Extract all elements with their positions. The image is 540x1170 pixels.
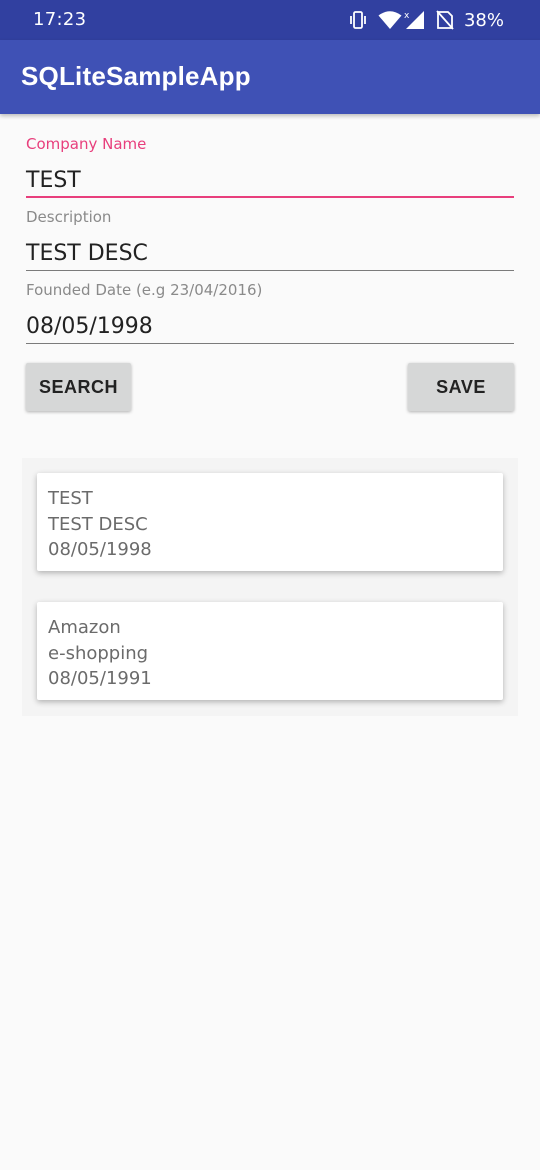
company-card-name: TEST [48, 488, 93, 509]
company-card[interactable]: TEST TEST DESC 08/05/1998 [37, 473, 503, 571]
description-underline [26, 270, 514, 271]
company-card-description: TEST DESC [48, 513, 148, 535]
save-button[interactable]: SAVE [408, 363, 514, 411]
company-card-date: 08/05/1991 [48, 668, 152, 689]
svg-text:x: x [404, 11, 410, 21]
status-bar: 17:23 x 38% [0, 0, 540, 40]
founded-date-underline [26, 343, 514, 344]
no-sim-icon [436, 10, 454, 30]
company-name-field[interactable]: Company Name TEST [26, 135, 514, 198]
search-button[interactable]: SEARCH [26, 363, 131, 411]
app-title: SQLiteSampleApp [21, 61, 251, 91]
description-label: Description [26, 208, 112, 226]
wifi-icon [378, 10, 402, 30]
founded-date-label: Founded Date (e.g 23/04/2016) [26, 281, 263, 299]
founded-date-input[interactable]: 08/05/1998 [26, 314, 514, 342]
company-card-date: 08/05/1998 [48, 539, 152, 560]
signal-icon: x [404, 10, 426, 30]
vibrate-icon [348, 10, 368, 30]
company-name-label: Company Name [26, 135, 147, 153]
founded-date-field[interactable]: Founded Date (e.g 23/04/2016) 08/05/1998 [26, 281, 514, 344]
description-input[interactable]: TEST DESC [26, 241, 514, 269]
company-card[interactable]: Amazon e-shopping 08/05/1991 [37, 602, 503, 700]
description-field[interactable]: Description TEST DESC [26, 208, 514, 271]
company-card-description: e-shopping [48, 642, 149, 664]
status-icons: x 38% [338, 8, 504, 32]
battery-level: 38% [463, 9, 504, 31]
status-time: 17:23 [33, 9, 87, 30]
company-name-input[interactable]: TEST [26, 168, 514, 196]
company-card-name: Amazon [48, 617, 121, 638]
app-bar: SQLiteSampleApp [0, 40, 540, 114]
company-name-underline [26, 196, 514, 198]
